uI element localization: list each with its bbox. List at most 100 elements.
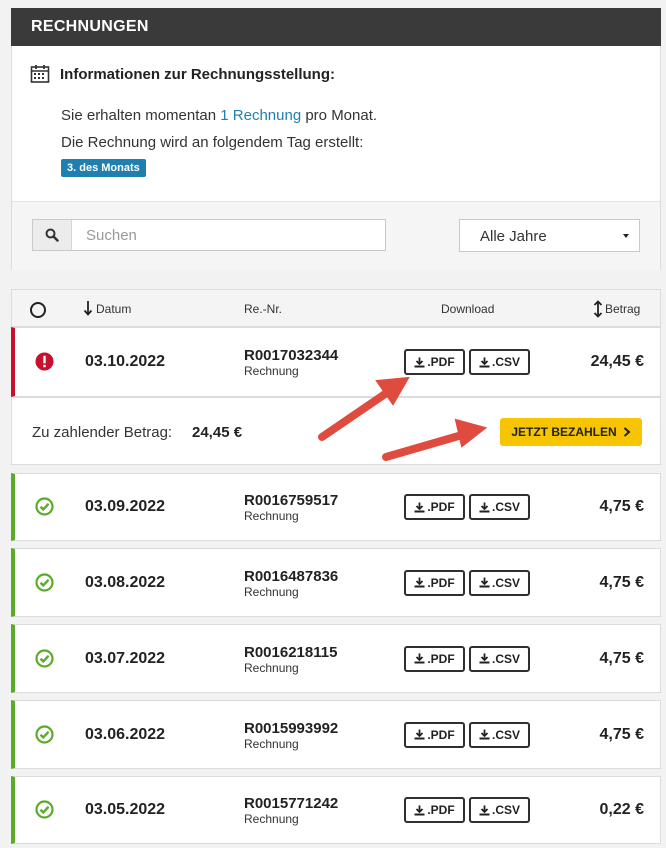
csv-label: .CSV	[491, 355, 520, 369]
billing-day-text: Die Rechnung wird an folgendem Tag erste…	[61, 134, 364, 151]
year-select[interactable]: Alle Jahre	[459, 219, 640, 252]
search-button[interactable]	[33, 220, 72, 250]
csv-label: .CSV	[491, 575, 520, 590]
pay-now-button[interactable]: JETZT BEZAHLEN	[500, 418, 642, 446]
invoice-number: R0015993992	[244, 719, 339, 737]
invoice-number: R0016487836	[244, 567, 339, 585]
pay-now-label: JETZT BEZAHLEN	[511, 425, 617, 439]
page-title: RECHNUNGEN	[31, 18, 149, 35]
invoice-amount: 24,45 €	[590, 353, 644, 370]
download-icon	[414, 805, 425, 815]
table-row[interactable]: 03.10.2022 R0017032344 Rechnung .PDF .CSV 24,…	[11, 327, 661, 397]
check-circle-icon	[35, 648, 54, 668]
search-input[interactable]	[72, 220, 380, 250]
download-icon	[479, 729, 490, 740]
invoice-amount: 4,75 €	[599, 498, 644, 515]
invoice-amount: 0,22 €	[599, 801, 644, 818]
status-indicator	[35, 648, 54, 673]
invoice-count-link[interactable]: 1 Rechnung	[220, 107, 301, 124]
billing-info-heading: Informationen zur Rechnungsstellung:	[60, 65, 336, 83]
payment-label: Zu zahlender Betrag:	[32, 424, 173, 441]
pdf-label: .PDF	[427, 727, 455, 742]
download-csv-button[interactable]: .CSV	[469, 494, 530, 520]
check-circle-icon	[35, 724, 54, 744]
billing-day-badge: 3. des Monats	[61, 159, 146, 177]
download-csv-button[interactable]: .CSV	[469, 569, 530, 596]
download-pdf-button[interactable]: .PDF	[404, 569, 465, 596]
table-row[interactable]: 03.06.2022 R0015993992 Rechnung .PDF .CSV 4,7…	[11, 700, 661, 769]
pdf-label: .PDF	[427, 651, 455, 666]
payment-row: Zu zahlender Betrag: 24,45 € JETZT BEZAH…	[11, 397, 661, 465]
column-date[interactable]: Datum	[96, 302, 131, 316]
invoice-number: R0015771242	[244, 795, 339, 812]
invoice-type: Rechnung	[244, 736, 299, 751]
download-csv-button[interactable]: .CSV	[469, 349, 530, 375]
download-csv-button[interactable]: .CSV	[469, 797, 530, 823]
payment-amount: 24,45 €	[192, 424, 243, 441]
table-header: Datum Re.-Nr. Download Betrag	[11, 289, 661, 327]
download-csv-button[interactable]: .CSV	[469, 721, 530, 748]
table-row[interactable]: 03.05.2022 R0015771242 Rechnung .PDF .CSV 0,2…	[11, 776, 661, 844]
download-icon	[414, 357, 425, 367]
csv-label: .CSV	[491, 727, 520, 742]
status-indicator	[35, 497, 54, 521]
invoice-date: 03.09.2022	[85, 498, 166, 515]
table-row[interactable]: 03.08.2022 R0016487836 Rechnung .PDF .CSV 4,7…	[11, 548, 661, 617]
download-icon	[414, 729, 425, 740]
chevron-down-icon	[623, 234, 629, 238]
calendar-icon	[30, 65, 50, 83]
invoice-date: 03.05.2022	[85, 801, 166, 818]
csv-label: .CSV	[491, 500, 520, 514]
invoice-type: Rechnung	[244, 584, 299, 599]
pdf-label: .PDF	[427, 500, 455, 514]
download-icon	[479, 653, 490, 664]
sort-both-icon[interactable]	[593, 300, 603, 321]
download-pdf-button[interactable]: .PDF	[404, 721, 465, 748]
csv-label: .CSV	[491, 651, 520, 666]
download-pdf-button[interactable]: .PDF	[404, 349, 465, 375]
download-icon	[414, 577, 425, 588]
invoice-number: R0016759517	[244, 492, 339, 509]
download-csv-button[interactable]: .CSV	[469, 645, 530, 672]
filter-bar: Alle Jahre	[12, 201, 660, 270]
status-indicator	[35, 352, 54, 376]
check-circle-icon	[35, 800, 54, 819]
check-circle-icon	[35, 572, 54, 592]
error-icon	[35, 352, 54, 371]
download-icon	[479, 357, 490, 367]
download-icon	[414, 653, 425, 664]
invoice-amount: 4,75 €	[599, 573, 644, 591]
invoice-date: 03.06.2022	[85, 725, 166, 743]
select-all-circle[interactable]	[30, 302, 46, 318]
column-amount[interactable]: Betrag	[605, 302, 640, 316]
pdf-label: .PDF	[427, 575, 455, 590]
invoice-date: 03.07.2022	[85, 649, 166, 667]
invoice-amount: 4,75 €	[599, 725, 644, 743]
search-icon	[45, 228, 59, 242]
column-number[interactable]: Re.-Nr.	[244, 302, 282, 316]
billing-frequency-text: Sie erhalten momentan 1 Rechnung pro Mon…	[61, 107, 378, 124]
download-pdf-button[interactable]: .PDF	[404, 645, 465, 672]
csv-label: .CSV	[491, 803, 520, 817]
download-icon	[479, 577, 490, 588]
status-indicator	[35, 724, 54, 749]
download-pdf-button[interactable]: .PDF	[404, 797, 465, 823]
invoice-amount: 4,75 €	[599, 649, 644, 667]
check-circle-icon	[35, 497, 54, 516]
column-download: Download	[441, 302, 495, 316]
sort-down-icon[interactable]	[83, 300, 93, 319]
download-icon	[479, 805, 490, 815]
billing-info-title: Informationen zur Rechnungsstellung:	[30, 64, 335, 84]
chevron-right-icon	[623, 427, 631, 437]
invoice-type: Rechnung	[244, 812, 299, 826]
search-box[interactable]	[32, 219, 386, 251]
download-pdf-button[interactable]: .PDF	[404, 494, 465, 520]
invoice-number: R0017032344	[244, 347, 339, 364]
download-icon	[414, 502, 425, 512]
invoice-number: R0016218115	[244, 643, 338, 661]
invoice-type: Rechnung	[244, 509, 299, 523]
table-row[interactable]: 03.09.2022 R0016759517 Rechnung .PDF .CSV 4,7…	[11, 473, 661, 541]
status-indicator	[35, 572, 54, 597]
invoice-type: Rechnung	[244, 364, 299, 378]
table-row[interactable]: 03.07.2022 R0016218115 Rechnung .PDF .CSV 4,7…	[11, 624, 661, 693]
